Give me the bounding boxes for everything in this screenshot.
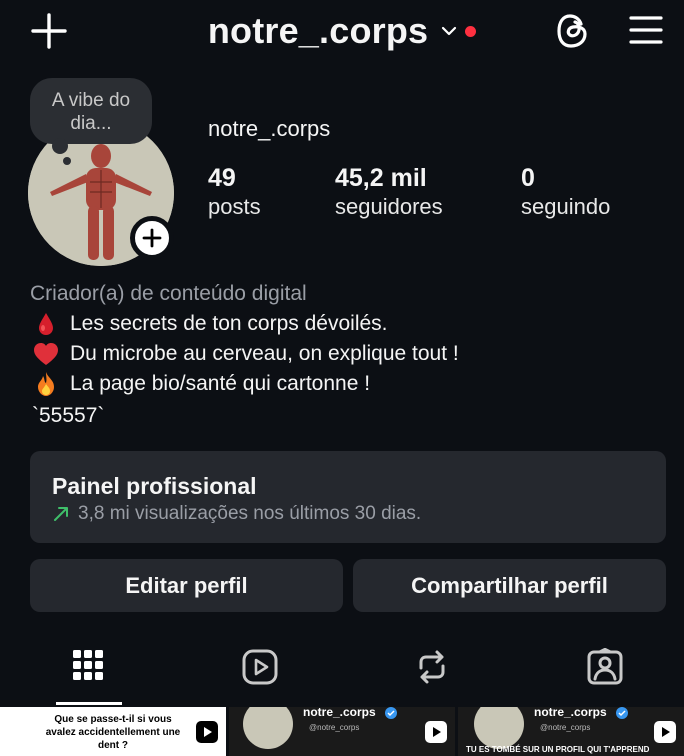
plus-small-icon (142, 228, 162, 248)
stat-label: posts (208, 194, 261, 219)
reposts-icon (419, 650, 444, 684)
bio-text: Les secrets de ton corps dévoilés. (70, 312, 388, 335)
post-avatar (474, 707, 524, 749)
grid-post[interactable]: Que se passe-t-il si vous avalez acciden… (0, 707, 226, 756)
threads-icon[interactable] (554, 10, 592, 52)
share-profile-button[interactable]: Compartilhar perfil (353, 559, 666, 612)
post-account: notre_.corps (534, 707, 607, 719)
note-text: A vibe do dia... (51, 90, 131, 134)
drop-of-blood-icon (32, 310, 60, 338)
bio-line: La page bio/santé qui cartonne ! (32, 370, 370, 398)
top-bar: notre_.corps (0, 0, 684, 64)
stat-label: seguidores (335, 194, 443, 219)
tab-reels[interactable] (174, 648, 345, 704)
reel-play-icon (196, 721, 218, 743)
verified-badge-icon (616, 707, 628, 719)
active-tab-indicator (56, 702, 122, 705)
professional-dashboard[interactable]: Painel profissional 3,8 mi visualizações… (30, 451, 666, 543)
header-username[interactable]: notre_.corps (208, 10, 428, 52)
bio-code: `55557` (32, 404, 105, 427)
edit-profile-button[interactable]: Editar perfil (30, 559, 343, 612)
note-bubble-tail (52, 138, 68, 154)
tab-tagged[interactable] (519, 648, 684, 704)
post-handle: @notre_corps (540, 723, 591, 732)
grid-icon (72, 650, 103, 680)
tab-grid[interactable] (2, 648, 173, 704)
hamburger-menu-icon[interactable] (628, 14, 664, 46)
reels-icon (242, 649, 277, 685)
post-caption: TU ES TOMBÉ SUR UN PROFIL QUI T'APPREND (466, 745, 650, 754)
grid-post[interactable]: notre_.corps @notre_corps (229, 707, 455, 756)
trend-up-icon (52, 505, 70, 523)
post-caption: Que se passe-t-il si vous avalez acciden… (45, 714, 181, 751)
add-story-button[interactable] (130, 216, 174, 260)
tab-reposts[interactable] (346, 648, 517, 704)
red-heart-icon (32, 340, 60, 368)
post-handle: @notre_corps (309, 723, 360, 732)
stat-value: 45,2 mil (335, 164, 427, 192)
fire-icon (32, 370, 60, 398)
stat-label: seguindo (521, 194, 611, 219)
post-avatar (243, 707, 293, 749)
bio-line: Les secrets de ton corps dévoilés. (32, 310, 388, 338)
bio-line: Du microbe au cerveau, on explique tout … (32, 340, 459, 368)
dashboard-title: Painel profissional (52, 473, 257, 499)
notification-dot (465, 25, 477, 37)
profile-category[interactable]: Criador(a) de conteúdo digital (30, 282, 307, 306)
stat-value: 0 (521, 164, 535, 192)
stat-value: 49 (208, 164, 236, 192)
bio-text: La page bio/santé qui cartonne ! (70, 372, 371, 395)
reel-play-icon (654, 721, 676, 743)
chevron-down-icon[interactable] (441, 25, 457, 37)
stat-posts[interactable]: 49 posts (208, 164, 261, 222)
profile-username: notre_.corps (208, 116, 331, 141)
grid-post[interactable]: notre_.corps @notre_corps TU ES TOMBÉ SU… (458, 707, 684, 756)
verified-badge-icon (385, 707, 397, 719)
dashboard-subtitle: 3,8 mi visualizações nos últimos 30 dias… (78, 503, 422, 524)
post-account: notre_.corps (303, 707, 376, 719)
note-bubble-tail-small (63, 157, 71, 165)
reel-play-icon (425, 721, 447, 743)
tagged-icon (587, 648, 622, 685)
bio-text: Du microbe au cerveau, on explique tout … (70, 342, 459, 365)
dashboard-subtitle-row: 3,8 mi visualizações nos últimos 30 dias… (52, 503, 421, 525)
note-bubble[interactable]: A vibe do dia... (30, 78, 152, 144)
stat-following[interactable]: 0 seguindo (521, 164, 610, 222)
stat-followers[interactable]: 45,2 mil seguidores (335, 164, 443, 222)
